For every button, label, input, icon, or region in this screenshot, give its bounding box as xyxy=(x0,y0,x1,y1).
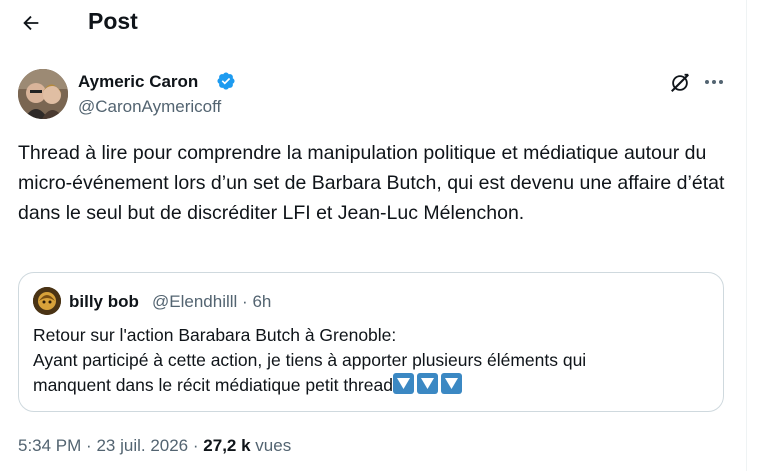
quoted-timestamp: 6h xyxy=(252,292,272,311)
quoted-author-name: billy bob xyxy=(69,292,139,311)
quoted-line: Retour sur l'action Barabara Butch à Gre… xyxy=(33,325,397,345)
author-name[interactable]: Aymeric Caron xyxy=(78,71,198,93)
quoted-author-handle: @Elendhilll xyxy=(152,292,238,311)
quoted-separator: · xyxy=(242,292,248,311)
column-divider xyxy=(746,0,747,471)
grok-icon xyxy=(671,73,689,92)
quoted-post-card[interactable]: billy bob @Elendhilll · 6h Retour sur l'… xyxy=(18,272,724,412)
down-arrow-emoji-icon xyxy=(416,373,438,394)
quoted-line-text: manquent dans le récit médiatique petit … xyxy=(33,375,393,395)
quoted-line: Ayant participé à cette action, je tiens… xyxy=(33,350,587,370)
quoted-author-meta: @Elendhilll · 6h xyxy=(152,291,271,313)
post-text: Thread à lire pour comprendre la manipul… xyxy=(18,142,725,224)
views-label: vues xyxy=(255,436,292,455)
post-date-link[interactable]: 23 juil. 2026 xyxy=(96,436,188,455)
down-arrow-emoji-icon xyxy=(392,373,414,394)
meta-separator: · xyxy=(86,436,92,455)
quoted-author-avatar xyxy=(33,287,61,315)
post-time-link[interactable]: 5:34 PM xyxy=(18,436,81,455)
post-metadata: 5:34 PM · 23 juil. 2026 · 27,2 k vues xyxy=(18,434,291,458)
quoted-line: manquent dans le récit médiatique petit … xyxy=(33,373,713,398)
meta-separator: · xyxy=(192,436,199,455)
author-handle[interactable]: @CaronAymericoff xyxy=(78,96,221,118)
page-title: Post xyxy=(88,8,138,34)
views-count: 27,2 k xyxy=(203,436,251,455)
back-button[interactable] xyxy=(14,6,48,40)
grok-button[interactable] xyxy=(667,70,693,96)
down-arrow-emoji-icon xyxy=(440,373,462,394)
quoted-post-text: Retour sur l'action Barabara Butch à Gre… xyxy=(33,323,713,398)
page-header: Post xyxy=(0,0,746,44)
verified-badge-icon xyxy=(217,72,235,90)
more-options-button[interactable] xyxy=(700,70,728,94)
author-avatar[interactable] xyxy=(18,69,68,119)
more-dots-icon xyxy=(705,80,723,84)
arrow-left-icon xyxy=(23,15,39,31)
